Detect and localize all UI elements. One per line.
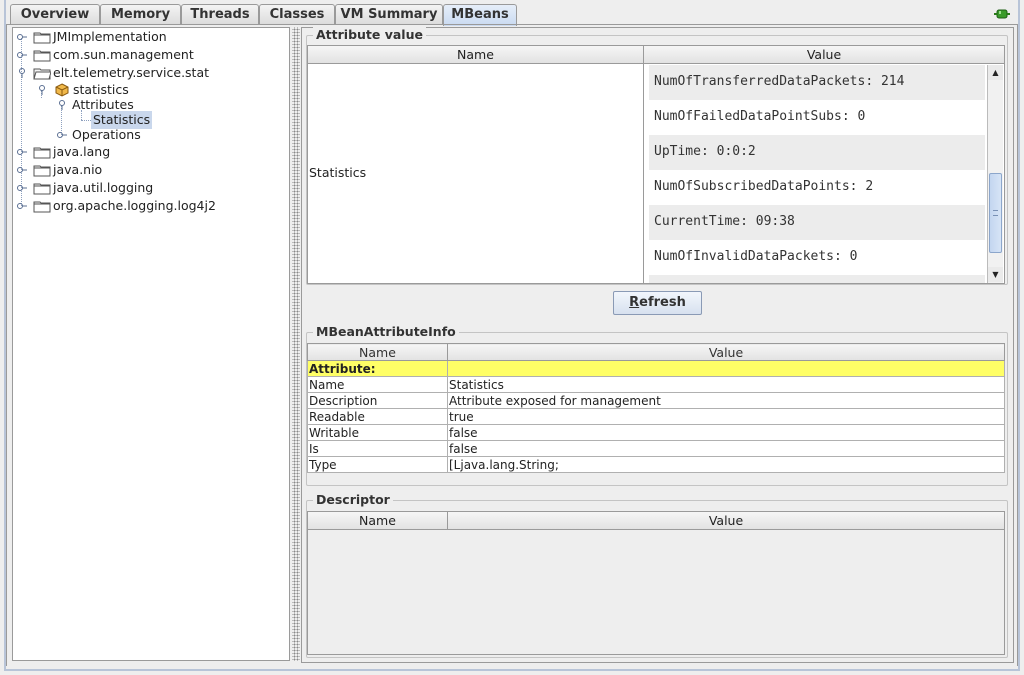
- tab-threads[interactable]: Threads: [181, 4, 259, 24]
- refresh-button[interactable]: Refresh: [613, 291, 702, 315]
- attribute-value-list[interactable]: NumOfTransferredDataPackets: 214 NumOfFa…: [645, 65, 1004, 283]
- folder-icon: [33, 32, 51, 44]
- folder-icon: [33, 165, 51, 177]
- table-row[interactable]: Name Statistics: [307, 376, 1005, 393]
- tree-node-label: java.lang: [53, 144, 111, 159]
- value-item[interactable]: NumOfSubscribedDataPoints: 2: [649, 170, 985, 205]
- tab-classes[interactable]: Classes: [259, 4, 335, 24]
- tree-node-label: Operations: [72, 127, 141, 142]
- tree-node-elt-telemetry[interactable]: elt.telemetry.service.stat: [13, 64, 289, 82]
- tab-overview[interactable]: Overview: [10, 4, 100, 24]
- group-title: Attribute value: [313, 27, 426, 42]
- tree-node-java-util-logging[interactable]: java.util.logging: [13, 179, 289, 197]
- folder-icon: [33, 201, 51, 213]
- collapsed-handle-icon[interactable]: [17, 147, 27, 157]
- attribute-name: Statistics: [309, 165, 367, 180]
- tree-node-java-nio[interactable]: java.nio: [13, 161, 289, 179]
- table-row[interactable]: Writable false: [307, 424, 1005, 441]
- descriptor-table[interactable]: Name Value: [307, 511, 1005, 655]
- tree-node-label: java.nio: [53, 162, 103, 177]
- tree-node-label: org.apache.logging.log4j2: [53, 198, 216, 213]
- attribute-header-label: Attribute:: [307, 360, 448, 377]
- collapsed-handle-icon[interactable]: [17, 32, 27, 42]
- table-row[interactable]: Type [Ljava.lang.String;: [307, 456, 1005, 473]
- refresh-mnemonic: R: [629, 295, 640, 310]
- group-title: MBeanAttributeInfo: [313, 324, 459, 339]
- folder-icon: [33, 50, 51, 62]
- mbean-tree[interactable]: JMImplementation com.sun.management elt.…: [12, 27, 290, 661]
- value-item[interactable]: NumOfInvalidDataPackets: 0: [649, 240, 985, 275]
- row-value: Statistics: [447, 376, 1005, 393]
- value-item[interactable]: CurrentTime: 09:38: [649, 205, 985, 240]
- row-name: Description: [307, 392, 448, 409]
- column-header-name[interactable]: Name: [308, 512, 448, 530]
- column-header-name[interactable]: Name: [307, 343, 448, 361]
- folder-icon: [33, 183, 51, 195]
- tab-bar: Overview Memory Threads Classes VM Summa…: [6, 2, 1018, 26]
- value-item[interactable]: UpTime: 0:0:2: [649, 135, 985, 170]
- collapsed-handle-icon[interactable]: [17, 50, 27, 60]
- attribute-header-row[interactable]: Attribute:: [307, 360, 1005, 377]
- connection-plug-icon: [994, 9, 1010, 19]
- attribute-name-cell: Statistics: [308, 64, 644, 283]
- row-name: Name: [307, 376, 448, 393]
- row-name: Readable: [307, 408, 448, 425]
- tab-memory[interactable]: Memory: [100, 4, 181, 24]
- collapsed-handle-icon[interactable]: [17, 165, 27, 175]
- value-item[interactable]: NumOfFailedDataPointSubs: 0: [649, 100, 985, 135]
- attribute-header-value: [447, 360, 1005, 377]
- column-header-value[interactable]: Value: [448, 512, 1004, 530]
- scroll-down-arrow-icon[interactable]: ▼: [988, 267, 1003, 282]
- expanded-handle-icon[interactable]: [37, 85, 47, 95]
- column-header-value[interactable]: Value: [644, 46, 1004, 64]
- expanded-handle-icon[interactable]: [57, 100, 67, 110]
- row-value: false: [447, 424, 1005, 441]
- tree-node-java-lang[interactable]: java.lang: [13, 143, 289, 161]
- tree-node-label: com.sun.management: [53, 47, 194, 62]
- value-item: [649, 275, 985, 283]
- value-list-scrollbar[interactable]: ▲ ▼: [987, 65, 1003, 283]
- row-value: Attribute exposed for management: [447, 392, 1005, 409]
- row-value: true: [447, 408, 1005, 425]
- tree-node-com-sun-management[interactable]: com.sun.management: [13, 46, 289, 64]
- mbean-detail-panel: Attribute value Name Value Statistics Nu…: [301, 27, 1014, 663]
- scrollbar-thumb[interactable]: [989, 173, 1002, 253]
- expanded-handle-icon[interactable]: [17, 68, 27, 78]
- split-pane-divider[interactable]: [292, 27, 300, 661]
- row-name: Writable: [307, 424, 448, 441]
- folder-icon: [33, 147, 51, 159]
- collapsed-handle-icon[interactable]: [17, 183, 27, 193]
- mbean-attribute-info-table: Name Value Attribute: Name Statistics Des…: [307, 343, 1005, 473]
- tree-node-jmimplementation[interactable]: JMImplementation: [13, 28, 289, 46]
- table-row[interactable]: Readable true: [307, 408, 1005, 425]
- row-value: [Ljava.lang.String;: [447, 456, 1005, 473]
- open-folder-icon: [33, 68, 51, 80]
- collapsed-handle-icon[interactable]: [17, 201, 27, 211]
- table-row[interactable]: Description Attribute exposed for managem…: [307, 392, 1005, 409]
- row-name: Type: [307, 456, 448, 473]
- row-name: Is: [307, 440, 448, 457]
- column-header-name[interactable]: Name: [308, 46, 644, 64]
- refresh-label-rest: efresh: [639, 295, 686, 310]
- attribute-value-table: Name Value Statistics NumOfTransferredDa…: [307, 45, 1005, 284]
- tree-node-org-apache-logging[interactable]: org.apache.logging.log4j2: [13, 197, 289, 215]
- tree-node-operations[interactable]: Operations: [13, 126, 289, 144]
- value-item[interactable]: NumOfTransferredDataPackets: 214: [649, 65, 985, 100]
- row-value: false: [447, 440, 1005, 457]
- scroll-up-arrow-icon[interactable]: ▲: [988, 65, 1003, 80]
- column-header-value[interactable]: Value: [447, 343, 1005, 361]
- mbean-bean-icon: [55, 83, 69, 97]
- tab-mbeans[interactable]: MBeans: [443, 4, 517, 26]
- tree-node-label: elt.telemetry.service.stat: [53, 65, 210, 80]
- group-title: Descriptor: [313, 492, 393, 507]
- table-row[interactable]: Is false: [307, 440, 1005, 457]
- tree-node-label: JMImplementation: [53, 29, 167, 44]
- tree-node-label: java.util.logging: [53, 180, 154, 195]
- tab-vm-summary[interactable]: VM Summary: [335, 4, 443, 24]
- collapsed-handle-icon[interactable]: [57, 130, 67, 140]
